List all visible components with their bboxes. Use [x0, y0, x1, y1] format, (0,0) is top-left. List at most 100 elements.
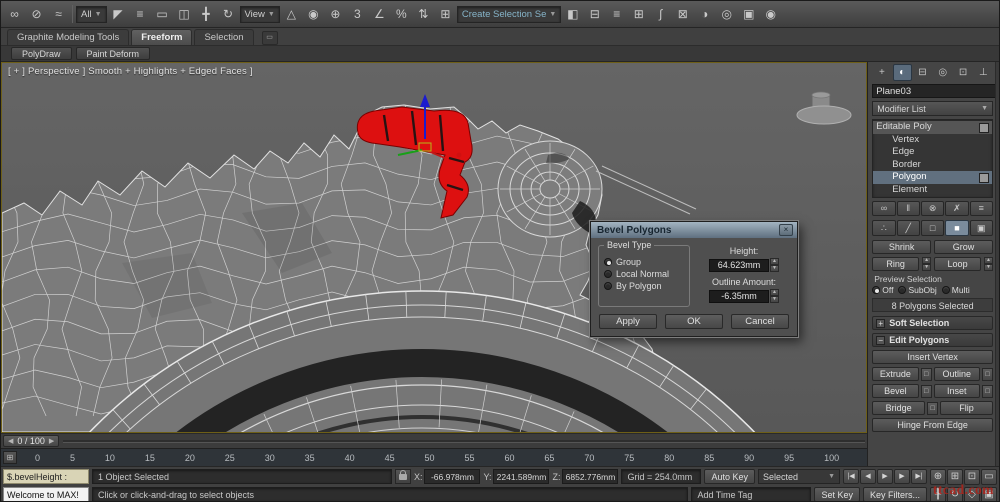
- window-crossing-icon[interactable]: ◫: [174, 4, 195, 25]
- select-and-scale-icon[interactable]: △: [281, 4, 302, 25]
- unlink-selection-icon[interactable]: ⊘: [26, 4, 47, 25]
- time-slider-track[interactable]: [63, 439, 866, 443]
- add-time-tag[interactable]: Add Time Tag: [691, 487, 812, 501]
- named-selection-set-dropdown[interactable]: Create Selection Se ▼: [456, 5, 562, 23]
- preview-off-radio[interactable]: Off: [872, 285, 893, 295]
- mirror-icon[interactable]: ◧: [562, 4, 583, 25]
- percent-snap-icon[interactable]: %: [391, 4, 412, 25]
- rectangular-region-icon[interactable]: ▭: [152, 4, 173, 25]
- remove-modifier-icon[interactable]: ✗: [945, 201, 969, 216]
- go-to-start-button[interactable]: |◀: [843, 469, 859, 484]
- stack-vertex[interactable]: Vertex: [873, 134, 992, 147]
- maxscript-mini-listener[interactable]: $.bevelHeight :: [3, 469, 89, 484]
- show-end-result-icon[interactable]: ‖: [896, 201, 920, 216]
- configure-modifier-sets-icon[interactable]: ≡: [969, 201, 993, 216]
- select-and-rotate-icon[interactable]: ↻: [218, 4, 239, 25]
- shrink-button[interactable]: Shrink: [872, 240, 932, 254]
- create-tab-icon[interactable]: +: [872, 64, 891, 81]
- flip-button[interactable]: Flip: [940, 401, 993, 415]
- selection-lock-icon[interactable]: [394, 469, 411, 484]
- by-polygon-radio[interactable]: By Polygon: [604, 281, 684, 291]
- tab-polydraw[interactable]: PolyDraw: [11, 47, 72, 60]
- make-unique-icon[interactable]: ⊗: [920, 201, 945, 216]
- pin-stack-icon[interactable]: ∞: [872, 201, 896, 216]
- edit-polygons-rollout[interactable]: − Edit Polygons: [872, 333, 993, 347]
- graphite-ribbon-icon[interactable]: ⊞: [628, 4, 649, 25]
- align-icon[interactable]: ⊟: [584, 4, 605, 25]
- loop-button[interactable]: Loop: [934, 257, 981, 271]
- height-spinner[interactable]: ▲ ▼: [770, 258, 779, 272]
- apply-button[interactable]: Apply: [599, 314, 657, 329]
- previous-frame-button[interactable]: ◀: [860, 469, 876, 484]
- border-subobject-icon[interactable]: □: [920, 220, 945, 236]
- object-name-field[interactable]: [872, 84, 999, 98]
- next-frame-button[interactable]: ▶: [894, 469, 910, 484]
- insert-vertex-button[interactable]: Insert Vertex: [872, 350, 993, 364]
- x-coordinate-field[interactable]: [424, 469, 481, 484]
- selection-filter-dropdown[interactable]: All ▼: [76, 5, 107, 23]
- layer-manager-icon[interactable]: ≡: [606, 4, 627, 25]
- select-by-name-icon[interactable]: ≡: [130, 4, 151, 25]
- collapse-icon[interactable]: −: [876, 335, 886, 345]
- bind-to-spacewarp-icon[interactable]: ≈: [48, 4, 69, 25]
- preview-multi-radio[interactable]: Multi: [941, 285, 970, 295]
- select-and-link-icon[interactable]: ∞: [4, 4, 25, 25]
- ribbon-minimize-icon[interactable]: ▭: [261, 31, 278, 45]
- play-button[interactable]: ▶: [877, 469, 893, 484]
- close-icon[interactable]: ×: [779, 224, 793, 236]
- use-pivot-center-icon[interactable]: ◉: [303, 4, 324, 25]
- outline-spinner[interactable]: ▲ ▼: [770, 289, 779, 303]
- modify-tab-icon[interactable]: ◐: [892, 64, 912, 81]
- edit-named-selections-icon[interactable]: ⊞: [435, 4, 456, 25]
- loop-spinner[interactable]: ▲ ▼: [984, 257, 993, 271]
- motion-tab-icon[interactable]: ◎: [933, 64, 952, 81]
- outline-amount-input[interactable]: [709, 289, 769, 303]
- ok-button[interactable]: OK: [665, 314, 723, 329]
- bevel-button[interactable]: Bevel: [872, 384, 919, 398]
- tab-paint-deform[interactable]: Paint Deform: [75, 47, 151, 60]
- go-to-end-button[interactable]: ▶|: [911, 469, 927, 484]
- schematic-view-icon[interactable]: ⊠: [672, 4, 693, 25]
- extrude-button[interactable]: Extrude: [872, 367, 919, 381]
- tab-graphite-modeling-tools[interactable]: Graphite Modeling Tools: [7, 29, 130, 45]
- outline-settings-button[interactable]: □: [982, 367, 993, 381]
- cancel-button[interactable]: Cancel: [731, 314, 789, 329]
- maxscript-listener-output[interactable]: Welcome to MAX!: [3, 487, 89, 501]
- time-slider-handle[interactable]: ◀ 0 / 100 ▶: [3, 435, 60, 447]
- utilities-tab-icon[interactable]: ⊥: [974, 64, 993, 81]
- ring-button[interactable]: Ring: [872, 257, 920, 271]
- next-frame-arrow-icon[interactable]: ▶: [49, 437, 54, 445]
- key-filters-button[interactable]: Key Filters...: [862, 487, 927, 501]
- modifier-list-dropdown[interactable]: Modifier List ▼: [872, 101, 993, 116]
- stack-border[interactable]: Border: [873, 159, 992, 172]
- display-tab-icon[interactable]: ⊡: [953, 64, 972, 81]
- stack-edge[interactable]: Edge: [873, 146, 992, 159]
- render-production-icon[interactable]: ◉: [760, 4, 781, 25]
- tab-selection[interactable]: Selection: [194, 29, 254, 45]
- angle-snap-icon[interactable]: ∠: [369, 4, 390, 25]
- stack-editable-poly[interactable]: Editable Poly: [873, 121, 992, 134]
- extrude-settings-button[interactable]: □: [920, 367, 932, 381]
- set-key-button[interactable]: Set Key: [814, 487, 860, 501]
- edge-subobject-icon[interactable]: ╱: [896, 220, 920, 236]
- curve-editor-icon[interactable]: ∫: [650, 4, 671, 25]
- perspective-viewport[interactable]: [ + ] Perspective ] Smooth + Highlights …: [1, 62, 868, 433]
- panel-scrollbar[interactable]: [995, 62, 999, 466]
- select-and-move-icon[interactable]: ╋: [196, 4, 217, 25]
- inset-button[interactable]: Inset: [933, 384, 980, 398]
- render-setup-icon[interactable]: ◎: [716, 4, 737, 25]
- previous-frame-arrow-icon[interactable]: ◀: [8, 437, 13, 445]
- key-selection-dropdown[interactable]: Selected ▼: [758, 469, 840, 484]
- hierarchy-tab-icon[interactable]: ⊟: [913, 64, 932, 81]
- material-editor-icon[interactable]: ◑: [694, 4, 715, 25]
- dialog-titlebar[interactable]: Bevel Polygons ×: [591, 222, 797, 238]
- timeline-ruler[interactable]: ⊞ 0 5 10 15 20 25 30 35 40 45 50 55 60 65 70 75 80 85 90 95…: [1, 448, 868, 466]
- stack-element[interactable]: Element: [873, 184, 992, 197]
- bevel-settings-button[interactable]: □: [920, 384, 932, 398]
- z-coordinate-field[interactable]: [562, 469, 619, 484]
- local-normal-radio[interactable]: Local Normal: [604, 269, 684, 279]
- ring-spinner[interactable]: ▲ ▼: [922, 257, 932, 271]
- viewport-label[interactable]: [ + ] Perspective ] Smooth + Highlights …: [8, 66, 253, 77]
- group-radio[interactable]: Group: [604, 257, 684, 267]
- reference-coordinate-dropdown[interactable]: View ▼: [239, 5, 280, 23]
